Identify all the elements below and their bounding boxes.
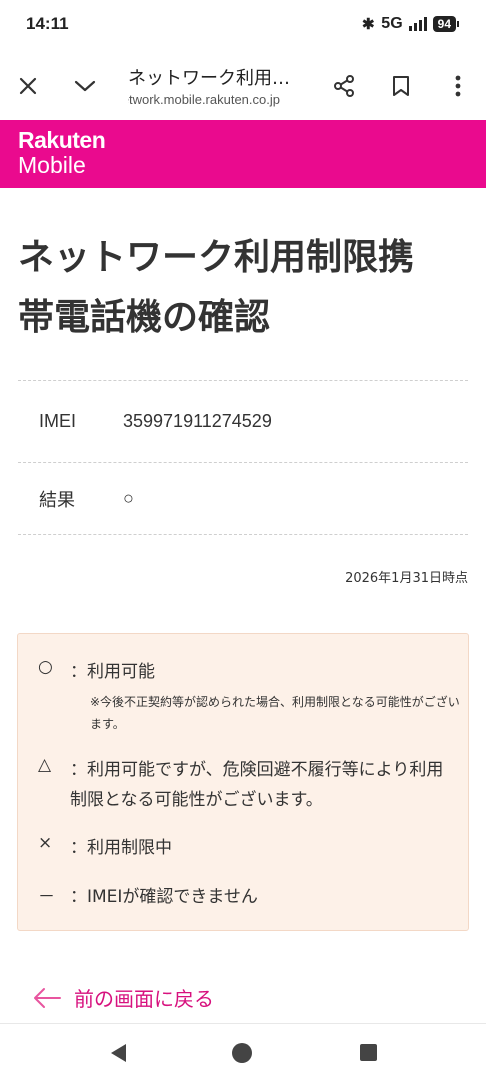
page-heading-line1: ネットワーク利用制限携 — [18, 237, 415, 278]
logo-text-mobile: Mobile — [18, 152, 86, 178]
legend-warning-symbol: △ — [38, 755, 52, 775]
network-type: 5G — [381, 15, 403, 32]
legend-restricted-text: ：利用制限中 — [70, 838, 172, 858]
back-link[interactable]: 前の画面に戻る — [32, 983, 214, 1012]
status-icons: ✱ 5G 94 — [361, 15, 460, 33]
bluetooth-icon: ✱ — [362, 16, 375, 33]
minimize-button[interactable] — [63, 52, 107, 120]
legend-restricted-symbol: × — [38, 833, 53, 853]
close-icon — [19, 77, 37, 95]
imei-value: 359971911274529 — [123, 411, 272, 431]
battery-icon: 94 — [432, 16, 460, 32]
status-time: 14:11 — [26, 14, 69, 33]
arrow-left-icon — [34, 987, 61, 1008]
chevron-down-icon — [74, 80, 96, 92]
nav-back-button[interactable] — [88, 1024, 148, 1080]
recents-square-icon — [359, 1044, 377, 1061]
legend-unknown: － ：IMEIが確認できません — [38, 882, 258, 912]
close-button[interactable] — [6, 52, 50, 120]
result-table: IMEI 359971911274529 結果 ○ — [18, 380, 468, 535]
nav-home-button[interactable] — [212, 1024, 272, 1080]
signal-icon — [408, 17, 427, 31]
bookmark-icon — [393, 76, 409, 96]
back-triangle-icon — [110, 1043, 126, 1062]
nav-recents-button[interactable] — [338, 1024, 398, 1080]
share-icon — [334, 75, 354, 97]
brand-header: Rakuten Mobile — [0, 120, 486, 188]
legend-warning: △ ：利用可能ですが、危険回避不履行等により利用制限となる可能性がございます。 — [38, 755, 458, 815]
result-value: ○ — [123, 488, 134, 508]
imei-label: IMEI — [39, 411, 77, 431]
legend-available-symbol: ○ — [38, 657, 53, 677]
legend-unknown-symbol: － — [38, 887, 55, 907]
back-link-label: 前の画面に戻る — [74, 987, 214, 1011]
legend-warning-text: ：利用可能ですが、危険回避不履行等により利用制限となる可能性がございます。 — [70, 760, 444, 810]
logo-text-rakuten: Rakuten — [18, 127, 106, 153]
page-title-tab: ネットワーク利用… — [128, 68, 290, 89]
status-bar: 14:11 ✱ 5G 94 — [0, 0, 486, 52]
more-vert-icon — [455, 75, 461, 97]
url-text[interactable]: network.mobile.rakuten.co.jp — [128, 92, 280, 107]
more-options-button[interactable] — [436, 52, 480, 120]
legend-restricted: × ：利用制限中 — [38, 833, 172, 863]
browser-toolbar: ネットワーク利用… network.mobile.rakuten.co.jp — [0, 52, 486, 120]
result-label: 結果 — [39, 489, 75, 510]
imei-row: IMEI 359971911274529 — [18, 380, 468, 462]
bookmark-button[interactable] — [379, 52, 423, 120]
page-heading-line2: 帯電話機の確認 — [18, 297, 271, 338]
rakuten-mobile-logo[interactable]: Rakuten Mobile — [18, 127, 106, 178]
legend-box: ○ ：利用可能 ※今後不正契約等が認められた場合、利用制限となる可能性がございま… — [17, 633, 469, 931]
home-circle-icon — [232, 1042, 252, 1063]
legend-available-text: ：利用可能 — [70, 662, 155, 682]
timestamp: 2026年1月31日時点 — [345, 571, 468, 586]
result-row: 結果 ○ — [18, 462, 468, 535]
legend-available-note: ※今後不正契約等が認められた場合、利用制限となる可能性がございます。 — [90, 695, 460, 731]
page-heading: ネットワーク利用制限携 帯電話機の確認 — [18, 228, 470, 348]
legend-unknown-text: ：IMEIが確認できません — [70, 887, 258, 907]
legend-available: ○ ：利用可能 — [38, 657, 155, 687]
system-nav-bar — [0, 1023, 486, 1080]
share-button[interactable] — [322, 52, 366, 120]
